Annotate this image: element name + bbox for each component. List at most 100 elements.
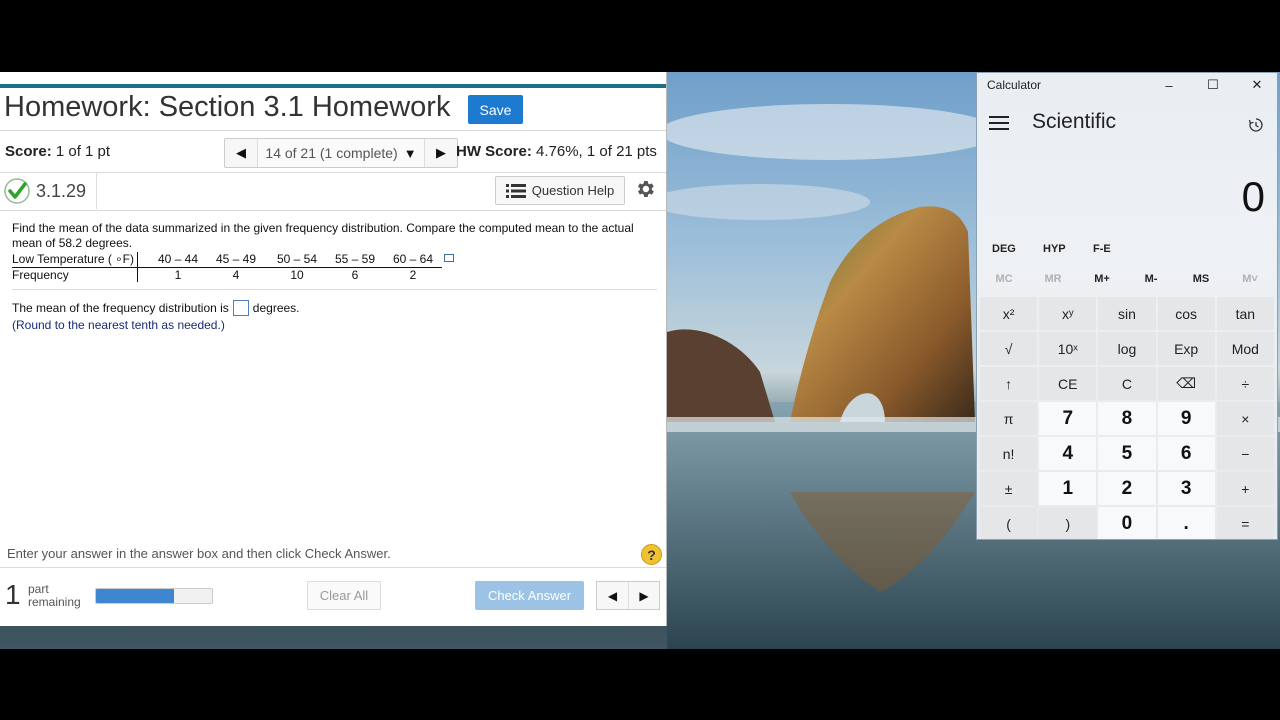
gear-icon[interactable]: [634, 178, 656, 200]
homework-window: Homework: Section 3.1 Homework Save Scor…: [0, 72, 667, 626]
digit-9-key[interactable]: 9: [1157, 402, 1215, 435]
fe-button[interactable]: F-E: [1093, 243, 1111, 255]
minimize-button[interactable]: –: [1147, 73, 1191, 97]
exp-key[interactable]: Exp: [1157, 332, 1215, 365]
answer-input[interactable]: [232, 300, 249, 316]
digit-8-key[interactable]: 8: [1098, 402, 1156, 435]
calculator-window: Calculator – ☐ ✕ Scientific 0 DEG HYP F-…: [976, 72, 1278, 540]
divider: [12, 289, 657, 290]
memory-list-button[interactable]: M˅: [1225, 273, 1275, 285]
negate-key[interactable]: ±: [980, 472, 1038, 505]
plus-key[interactable]: +: [1216, 472, 1274, 505]
digit-4-key[interactable]: 4: [1039, 437, 1097, 470]
question-help-button[interactable]: Question Help: [495, 176, 625, 205]
pi-key[interactable]: π: [980, 402, 1038, 435]
mod-key[interactable]: Mod: [1216, 332, 1274, 365]
digit-2-key[interactable]: 2: [1098, 472, 1156, 505]
decimal-key[interactable]: .: [1157, 507, 1215, 539]
question-navigator: ◀ 14 of 21 (1 complete) ▼ ▶: [224, 138, 458, 168]
previous-button[interactable]: ◀: [597, 582, 628, 609]
digit-1-key[interactable]: 1: [1039, 472, 1097, 505]
table-cell: 10: [290, 268, 304, 282]
digit-0-key[interactable]: 0: [1098, 507, 1156, 539]
check-answer-button[interactable]: Check Answer: [475, 581, 584, 610]
shift-key[interactable]: ↑: [980, 367, 1038, 400]
answer-sentence: The mean of the frequency distribution i…: [12, 300, 300, 316]
help-icon[interactable]: ?: [641, 544, 662, 565]
maximize-button[interactable]: ☐: [1191, 73, 1235, 97]
factorial-key[interactable]: n!: [980, 437, 1038, 470]
hw-score-text: HW Score: 4.76%, 1 of 21 pts: [456, 143, 657, 160]
table-divider: [12, 267, 442, 268]
deg-button[interactable]: DEG: [992, 243, 1016, 255]
accent-bar: [0, 84, 666, 88]
question-id: 3.1.29: [36, 181, 87, 201]
divider: [0, 567, 666, 568]
question-position: 14 of 21 (1 complete): [265, 145, 398, 161]
problem-text: Find the mean of the data summarized in …: [12, 221, 634, 250]
backspace-key[interactable]: ⌫: [1157, 367, 1215, 400]
keypad: x² xʸ sin cos tan √ 10ˣ log Exp Mod ↑ CE C ⌫ ÷ π 7 8 9 × n! 4…: [980, 297, 1276, 539]
parts-label-line: remaining: [28, 595, 81, 609]
answer-prefix: The mean of the frequency distribution i…: [12, 301, 229, 315]
table-cell: 4: [232, 268, 240, 282]
ten-power-key[interactable]: 10ˣ: [1039, 332, 1097, 365]
calculator-mode: Scientific: [1032, 110, 1117, 133]
window-title: Calculator: [987, 78, 1042, 92]
next-button[interactable]: ▶: [628, 582, 659, 609]
next-question-button[interactable]: ▶: [425, 139, 457, 167]
sqrt-key[interactable]: √: [980, 332, 1038, 365]
table-cell: 60 – 64: [392, 252, 434, 266]
table-cell: 45 – 49: [215, 252, 257, 266]
memory-clear-button[interactable]: MC: [979, 273, 1029, 285]
digit-3-key[interactable]: 3: [1157, 472, 1215, 505]
clear-entry-key[interactable]: CE: [1039, 367, 1097, 400]
close-paren-key[interactable]: ): [1039, 507, 1097, 539]
digit-7-key[interactable]: 7: [1039, 402, 1097, 435]
minus-key[interactable]: −: [1216, 437, 1274, 470]
table-cell: 2: [409, 268, 417, 282]
table-row-label: Low Temperature ( ∘F): [12, 252, 134, 266]
open-paren-key[interactable]: (: [980, 507, 1038, 539]
popout-icon[interactable]: [444, 254, 454, 262]
hw-score-value: 4.76%, 1 of 21 pts: [531, 143, 657, 160]
close-button[interactable]: ✕: [1235, 73, 1277, 97]
checkmark-icon: [4, 178, 30, 204]
previous-question-button[interactable]: ◀: [225, 139, 257, 167]
power-key[interactable]: xʸ: [1039, 297, 1097, 330]
sin-key[interactable]: sin: [1098, 297, 1156, 330]
memory-store-button[interactable]: MS: [1176, 273, 1226, 285]
question-select[interactable]: 14 of 21 (1 complete) ▼: [257, 139, 425, 167]
question-id-area: 3.1.29: [0, 173, 97, 209]
memory-add-button[interactable]: M+: [1077, 273, 1127, 285]
cos-key[interactable]: cos: [1157, 297, 1215, 330]
multiply-key[interactable]: ×: [1216, 402, 1274, 435]
hyp-button[interactable]: HYP: [1043, 243, 1066, 255]
digit-6-key[interactable]: 6: [1157, 437, 1215, 470]
progress-fill: [96, 589, 174, 603]
score-label: Score:: [5, 143, 52, 160]
equals-key[interactable]: =: [1216, 507, 1274, 539]
page-title: Homework: Section 3.1 Homework: [4, 91, 451, 123]
divide-key[interactable]: ÷: [1216, 367, 1274, 400]
hw-score-label: HW Score:: [456, 143, 532, 160]
memory-recall-button[interactable]: MR: [1028, 273, 1078, 285]
log-key[interactable]: log: [1098, 332, 1156, 365]
table-cell: 40 – 44: [157, 252, 199, 266]
clear-key[interactable]: C: [1098, 367, 1156, 400]
tan-key[interactable]: tan: [1216, 297, 1274, 330]
divider: [0, 210, 666, 211]
parts-remaining-count: 1: [5, 579, 21, 610]
save-button[interactable]: Save: [468, 95, 523, 124]
list-icon: [505, 183, 526, 198]
menu-icon[interactable]: [989, 116, 1009, 131]
table-cell: 6: [351, 268, 359, 282]
history-icon[interactable]: [1248, 117, 1264, 133]
clear-all-button[interactable]: Clear All: [307, 581, 381, 610]
score-text: Score: 1 of 1 pt: [5, 143, 110, 160]
digit-5-key[interactable]: 5: [1098, 437, 1156, 470]
answer-suffix: degrees.: [252, 301, 300, 315]
square-key[interactable]: x²: [980, 297, 1038, 330]
angle-mode-row: DEG HYP F-E: [977, 243, 1277, 263]
memory-subtract-button[interactable]: M-: [1126, 273, 1176, 285]
